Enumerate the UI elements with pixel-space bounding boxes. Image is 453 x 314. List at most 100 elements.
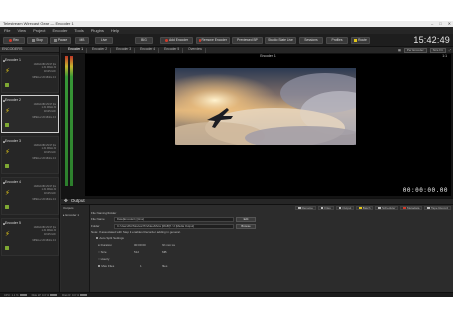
scheduler-button[interactable]: Scheduler: [375, 205, 399, 211]
hourly-option[interactable]: ○ Hourly: [98, 258, 109, 261]
lightning-icon: ⚡: [5, 108, 10, 115]
video-frame: [175, 68, 356, 145]
gear-icon[interactable]: ✥: [64, 199, 68, 204]
menu-help[interactable]: Help: [111, 28, 119, 33]
menu-plugins[interactable]: Plugins: [91, 28, 104, 33]
file-name-field[interactable]: Date[Encoder1] [time]: [114, 217, 234, 222]
folder-field[interactable]: C:/Users/lfcr/Movies/ITxVideo/Mvss [RGB]…: [114, 224, 234, 229]
cpu-bar: [19, 293, 27, 296]
tab-encoder-2[interactable]: Encoder 2: [89, 47, 112, 53]
mb-button[interactable]: MB: [75, 37, 89, 44]
encoder-meta: 1920x1080 29.97 fps 1.31 Mbit/s bf 48 kH…: [32, 144, 56, 161]
route-button[interactable]: Route: [351, 37, 370, 44]
minimize-icon[interactable]: –: [431, 22, 433, 26]
encoder-card-3[interactable]: Encoder 3 ⚡ 1920x1080 29.97 fps 1.31 Mbi…: [1, 136, 59, 174]
encoder-card-4[interactable]: Encoder 4 ⚡ 1920x1080 29.97 fps 1.31 Mbi…: [1, 177, 59, 215]
fullscreen-icon[interactable]: ⤢: [449, 48, 451, 52]
batch-button[interactable]: Batch: [356, 205, 374, 211]
live-button[interactable]: Live: [95, 37, 113, 44]
outputs-title: Outputs: [63, 206, 74, 210]
menu-bar: File View Project Encoder Tools Plugins …: [0, 27, 453, 34]
lightning-icon: ⚡: [5, 68, 10, 75]
add-encoder-button[interactable]: Add Encoder: [160, 37, 193, 44]
duration-unit: hh:mm:ss: [162, 243, 176, 247]
tab-encoder-4[interactable]: Encoder 4: [137, 47, 160, 53]
viewer-scale: 1:1: [442, 54, 447, 58]
duration-option[interactable]: ● Duration: [98, 244, 112, 247]
encoder-meta: 1920x1080 29.97 fps 1.31 Mbit/s bf 48 kH…: [32, 185, 56, 202]
layout-select[interactable]: Per Encoder: [403, 48, 427, 53]
max-files-checkbox[interactable]: Max Files: [98, 265, 114, 268]
output-button[interactable]: Output: [335, 205, 355, 211]
view-controls: ▦ Per Encoder Size Fit ⤢: [398, 48, 451, 53]
maximize-icon[interactable]: □: [439, 22, 441, 26]
browse-button[interactable]: Browse: [236, 224, 256, 229]
metadata-button[interactable]: Metadata: [400, 205, 423, 211]
encoder-meta: 1920x1080 29.97 fps 1.31 Mbit/s bf 48 kH…: [32, 63, 56, 80]
files-icon: [320, 206, 324, 210]
edit-button[interactable]: Edit: [236, 217, 256, 222]
check-icon: [5, 123, 9, 127]
previewed-bp-button[interactable]: Previewed BP: [232, 37, 263, 44]
big-button[interactable]: BIG: [135, 37, 153, 44]
menu-tools[interactable]: Tools: [74, 28, 83, 33]
duration-value[interactable]: 00:00:00: [134, 244, 146, 247]
file-naming-label: File Naming/Folder: [91, 211, 117, 215]
zoom-select[interactable]: Size Fit: [429, 48, 446, 53]
disk-read-status: Disk R: 0.0 %: [62, 293, 88, 297]
check-icon: [5, 83, 9, 87]
main-toolbar: Rec Stop Pause MB Live BIG Add Encoder R…: [0, 34, 453, 47]
encoder-card-1[interactable]: Encoder 1 ⚡ 1920x1080 29.97 fps 1.31 Mbi…: [1, 55, 59, 93]
pause-button[interactable]: Pause: [50, 37, 71, 44]
auto-split-checkbox[interactable]: Auto Split Settings: [96, 237, 124, 240]
encoder-card-5[interactable]: Encoder 5 ⚡ 1920x1080 29.97 fps 1.31 Mbi…: [1, 218, 59, 256]
pause-icon: [53, 39, 57, 42]
encoder-name: Encoder 1: [5, 58, 21, 62]
tab-overview[interactable]: Overview: [185, 47, 206, 53]
batch-icon: [359, 206, 362, 210]
encoder-sidebar: ENCODERS Encoder 1 ⚡ 1920x1080 29.97 fps…: [0, 47, 60, 292]
encoder-name: Encoder 4: [5, 180, 21, 184]
tab-encoder-5[interactable]: Encoder 5: [161, 47, 184, 53]
sidebar-header: ENCODERS: [0, 47, 59, 53]
tab-encoder-1[interactable]: Encoder 1: [65, 47, 88, 53]
check-icon: [5, 246, 9, 250]
files-button[interactable]: Files: [317, 205, 334, 211]
remove-encoder-button[interactable]: Remove Encoder: [196, 37, 230, 44]
window-title: Telestream Wirecast Gear — Encoder 1: [3, 21, 74, 26]
menu-file[interactable]: File: [4, 28, 10, 33]
video-viewer[interactable]: Encoder 1 1:1 00:00:00.00: [85, 54, 451, 196]
folder-label: Folder: [91, 224, 100, 228]
sessions-button[interactable]: Sessions: [299, 37, 323, 44]
studio-slate-button[interactable]: Studio Slate Live: [265, 37, 296, 44]
remove-icon: [199, 39, 201, 42]
record-button[interactable]: Rec: [3, 37, 25, 44]
encoder-card-2[interactable]: Encoder 2 ⚡ 1920x1080 29.97 fps 1.31 Mbi…: [1, 95, 59, 133]
profiles-button[interactable]: Profiles: [326, 37, 348, 44]
encoder-meta: 1920x1080 29.97 fps 1.31 Mbit/s bf 48 kH…: [32, 226, 56, 243]
size-option[interactable]: ○ Size: [98, 251, 107, 254]
max-files-unit: files: [162, 264, 168, 268]
max-files-value[interactable]: 1: [140, 265, 142, 268]
menu-encoder[interactable]: Encoder: [53, 28, 68, 33]
rename-button[interactable]: Rename: [295, 205, 316, 211]
tab-encoder-3[interactable]: Encoder 3: [113, 47, 136, 53]
cpu-status: CPU: 1.1 %: [4, 293, 27, 297]
size-value[interactable]: 512: [134, 251, 139, 254]
record-icon: [9, 39, 13, 42]
lightning-icon: ⚡: [5, 190, 10, 197]
output-list-item[interactable]: ▸ Encoder 1: [63, 214, 87, 217]
encoder-name: Encoder 2: [5, 98, 21, 102]
layout-icon[interactable]: ▦: [398, 48, 401, 52]
tape-record-button[interactable]: Tape Record: [424, 205, 451, 211]
application-window: Telestream Wirecast Gear — Encoder 1 – □…: [0, 21, 453, 297]
menu-project[interactable]: Project: [33, 28, 45, 33]
note-text: Note: If associated with Step it enables…: [91, 230, 181, 234]
menu-view[interactable]: View: [17, 28, 26, 33]
output-title: Output: [70, 198, 85, 204]
close-icon[interactable]: ✕: [448, 22, 451, 26]
disk-write-bar: [50, 293, 58, 296]
disk-read-bar: [80, 293, 88, 296]
stop-button[interactable]: Stop: [27, 37, 48, 44]
audio-meter-left: [65, 56, 68, 186]
